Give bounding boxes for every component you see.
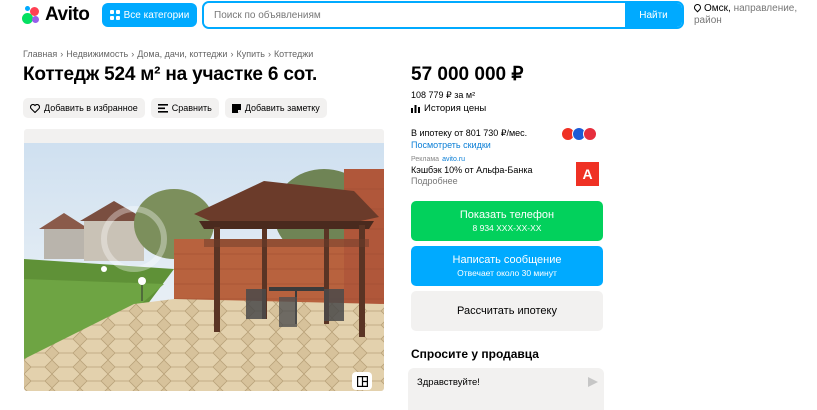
compare-label: Сравнить (171, 103, 212, 113)
search-input[interactable] (204, 3, 625, 27)
compare-button[interactable]: Сравнить (150, 98, 219, 118)
breadcrumb-item[interactable]: Купить (236, 49, 264, 59)
bank-logos (561, 127, 597, 141)
calculate-mortgage-button[interactable]: Рассчитать ипотеку (411, 291, 603, 331)
ad-site[interactable]: avito.ru (442, 156, 465, 163)
price: 57 000 000 ₽ (411, 64, 524, 85)
calculate-mortgage-label: Рассчитать ипотеку (457, 305, 557, 317)
breadcrumb-separator: › (60, 49, 64, 59)
mortgage-line: В ипотеку от 801 730 ₽/мес. (411, 128, 528, 138)
breadcrumb-item[interactable]: Коттеджи (274, 49, 313, 59)
search-bar: Найти (202, 1, 684, 29)
phone-number: 8 934 XXX-XX-XX (472, 223, 542, 233)
heart-icon (30, 103, 40, 113)
gazebo-photo-image (24, 143, 384, 391)
write-message-button[interactable]: Написать сообщение Отвечает около 30 мин… (411, 246, 603, 286)
show-phone-label: Показать телефон (459, 209, 555, 221)
price-per-m2: 108 779 ₽ за м² (411, 90, 476, 100)
listing-photo[interactable] (24, 129, 384, 391)
ad-label-row: Реклама avito.ru (411, 154, 532, 165)
breadcrumb-separator: › (267, 49, 271, 59)
bar-chart-icon (411, 105, 420, 113)
floor-plan-button[interactable] (352, 372, 372, 390)
floor-plan-icon (356, 375, 368, 387)
ad-title: Кэшбэк 10% от Альфа-Банка (411, 165, 533, 175)
response-time: Отвечает около 30 минут (457, 268, 557, 278)
message-text: Здравствуйте! (417, 377, 480, 388)
mortgage-info: В ипотеку от 801 730 ₽/мес. Посмотреть с… (411, 127, 527, 151)
listing-actions: Добавить в избранное Сравнить Добавить з… (23, 98, 327, 118)
advertisement[interactable]: Реклама avito.ru Кэшбэк 10% от Альфа-Банк… (411, 154, 532, 187)
breadcrumb: Главная › Недвижимость › Дома, дачи, котте… (23, 49, 313, 59)
all-categories-button[interactable]: Все категории (102, 3, 197, 27)
add-note-button[interactable]: Добавить заметку (224, 98, 327, 118)
logo-text: Avito (45, 4, 90, 25)
ask-seller-heading: Спросите у продавца (411, 347, 539, 361)
location-selector[interactable]: Омск, направление, район (692, 2, 804, 27)
search-button[interactable]: Найти (625, 3, 682, 27)
add-note-label: Добавить заметку (244, 103, 320, 113)
alfa-bank-logo[interactable]: А (576, 162, 599, 186)
ad-more-link[interactable]: Подробнее (411, 176, 532, 187)
breadcrumb-item[interactable]: Дома, дачи, коттеджи (137, 49, 227, 59)
logo-dots-icon (22, 6, 41, 24)
price-history-link[interactable]: История цены (411, 103, 486, 114)
breadcrumb-item[interactable]: Недвижимость (66, 49, 128, 59)
show-phone-button[interactable]: Показать телефон 8 934 XXX-XX-XX (411, 201, 603, 241)
grid-icon (109, 10, 120, 20)
breadcrumb-separator: › (230, 49, 234, 59)
price-history-label: История цены (424, 103, 487, 114)
location-city: Омск, (704, 3, 731, 14)
write-message-label: Написать сообщение (452, 254, 562, 266)
add-to-favorites-label: Добавить в избранное (44, 103, 138, 113)
all-categories-label: Все категории (123, 9, 190, 21)
avito-logo[interactable]: Avito (22, 4, 90, 26)
add-to-favorites-button[interactable]: Добавить в избранное (23, 98, 145, 118)
send-icon[interactable] (588, 377, 598, 387)
message-input[interactable]: Здравствуйте! (408, 368, 604, 410)
compare-icon (157, 103, 168, 113)
bank-logo-icon (583, 127, 597, 141)
breadcrumb-item[interactable]: Главная (23, 49, 57, 59)
note-icon (231, 103, 241, 113)
mortgage-discounts-link[interactable]: Посмотреть скидки (411, 139, 527, 151)
location-pin-icon (692, 2, 703, 13)
listing-title: Коттедж 524 м² на участке 6 сот. (23, 64, 318, 85)
ad-label: Реклама (411, 156, 440, 163)
breadcrumb-separator: › (131, 49, 135, 59)
